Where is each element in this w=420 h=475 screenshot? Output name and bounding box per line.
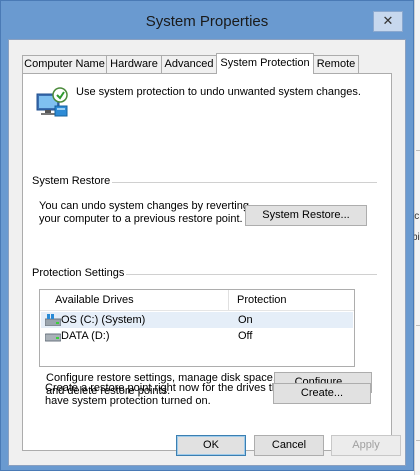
create-description-line2: have system protection turned on.	[45, 395, 211, 407]
tab-advanced[interactable]: Advanced	[161, 55, 217, 73]
column-separator[interactable]	[228, 290, 229, 310]
create-description-line1: Create a restore point right now for the…	[45, 382, 288, 394]
system-restore-description-line1: You can undo system changes by reverting	[39, 200, 249, 212]
system-restore-description-line2: your computer to a previous restore poin…	[39, 213, 243, 225]
drive-protection: Off	[238, 330, 253, 342]
system-drive-icon	[45, 314, 61, 326]
header-divider	[40, 310, 354, 311]
system-protection-icon	[36, 87, 68, 117]
dialog-client-area: Computer Name Hardware Advanced System P…	[8, 39, 406, 466]
system-restore-button[interactable]: System Restore...	[245, 205, 367, 226]
drive-protection: On	[238, 314, 253, 326]
window-title: System Properties	[145, 13, 269, 30]
intro-description: Use system protection to undo unwanted s…	[76, 86, 361, 98]
table-row[interactable]: DATA (D:) Off	[41, 328, 353, 344]
protection-settings-group-label: Protection Settings	[30, 267, 127, 279]
background-divider	[416, 440, 420, 441]
create-button[interactable]: Create...	[273, 383, 371, 404]
tab-computer-name[interactable]: Computer Name	[22, 55, 107, 73]
apply-button[interactable]: Apply	[331, 435, 401, 456]
cancel-button[interactable]: Cancel	[254, 435, 324, 456]
drive-name: OS (C:) (System)	[61, 314, 146, 326]
close-button[interactable]: ✕	[373, 11, 403, 32]
ok-button[interactable]: OK	[176, 435, 246, 456]
drives-table: Available Drives Protection OS (C:) (Sys…	[39, 289, 355, 367]
system-restore-group-label: System Restore	[30, 175, 113, 187]
background-divider	[416, 325, 420, 326]
drive-name: DATA (D:)	[61, 330, 110, 342]
tab-hardware[interactable]: Hardware	[106, 55, 162, 73]
title-bar[interactable]: System Properties ✕	[1, 1, 413, 32]
tab-system-protection[interactable]: System Protection	[216, 53, 314, 74]
hard-drive-icon	[45, 333, 61, 342]
column-header-protection[interactable]: Protection	[237, 294, 287, 306]
group-divider	[107, 182, 377, 183]
group-divider	[119, 274, 377, 275]
system-properties-window: System Properties ✕ Computer Name Hardwa…	[0, 0, 414, 471]
tab-remote[interactable]: Remote	[313, 55, 359, 73]
table-row[interactable]: OS (C:) (System) On	[41, 312, 353, 328]
column-header-drives[interactable]: Available Drives	[55, 294, 134, 306]
background-divider	[416, 150, 420, 151]
close-icon: ✕	[382, 13, 394, 28]
